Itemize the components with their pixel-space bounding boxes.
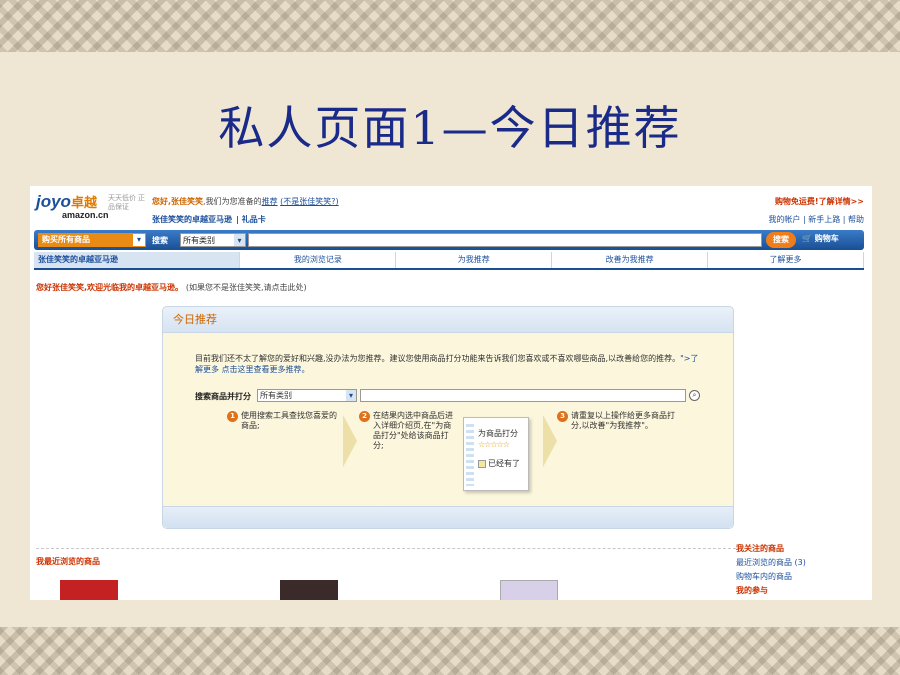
rate-search-input[interactable] xyxy=(360,389,686,402)
page-strip xyxy=(466,424,474,486)
search-icon[interactable]: ⌕ xyxy=(689,390,700,401)
product-thumbnail[interactable] xyxy=(500,580,558,600)
greeting-prefix: 您好, xyxy=(152,197,172,206)
personal-tabs: 张佳笑笑的卓越亚马逊 我的浏览记录 为我推荐 改善为我推荐 了解更多 xyxy=(34,252,864,270)
already-owned-label: 已经有了 xyxy=(488,459,520,468)
cart-button[interactable]: 🛒 购物车 xyxy=(802,233,839,244)
panel-intro: 目前我们还不太了解您的爱好和兴趣,没办法为您推荐。建议您使用商品打分功能来告诉我… xyxy=(195,353,705,375)
followed-items-heading: 我关注的商品 xyxy=(736,544,784,553)
not-user-note[interactable]: (如果您不是张佳笑笑,请点击此处) xyxy=(186,283,307,292)
already-owned: 已经有了 xyxy=(478,458,520,469)
personal-store-link[interactable]: 张佳笑笑的卓越亚马逊 xyxy=(152,215,232,224)
arrow-icon xyxy=(543,415,557,467)
step-number: 2 xyxy=(359,411,370,422)
recent-viewed-link[interactable]: 最近浏览的商品 (3) xyxy=(736,556,806,570)
slide-title: 私人页面1—今日推荐 xyxy=(218,101,682,155)
logo-zhuoyue: 卓越 xyxy=(70,195,97,210)
today-recommendation-panel: 今日推荐 目前我们还不太了解您的爱好和兴趣,没办法为您推荐。建议您使用商品打分功… xyxy=(162,306,734,529)
decorative-top-band xyxy=(0,0,900,52)
tab-my-store[interactable]: 张佳笑笑的卓越亚马逊 xyxy=(34,252,241,268)
logo-joyo: joyo xyxy=(36,192,71,211)
category-value: 所有类别 xyxy=(183,236,215,245)
panel-footer xyxy=(163,506,733,528)
tab-recommended[interactable]: 为我推荐 xyxy=(396,252,553,268)
rating-steps: 1 使用搜索工具查找您喜爱的商品; 2 在结果内选中商品后进入详细介绍页,在"为商品… xyxy=(193,411,713,501)
logo-slogan: 天天低价 正品保证 xyxy=(108,195,145,211)
star-rating-icon: ☆☆☆☆☆ xyxy=(478,440,510,449)
search-label: 搜索 xyxy=(152,236,168,245)
user-name: 张佳笑笑 xyxy=(171,197,204,206)
recommendation-link[interactable]: 推荐 xyxy=(262,197,278,206)
chevron-down-icon: ▾ xyxy=(346,390,356,401)
shop-all-dropdown[interactable]: 购买所有商品 ▾ xyxy=(38,233,146,247)
amazon-screenshot: joyo卓越 amazon.cn 天天低价 正品保证 您好,张佳笑笑,我们为您准… xyxy=(30,186,872,600)
logo-amazon: amazon.cn xyxy=(62,210,109,220)
tab-browsing-history[interactable]: 我的浏览记录 xyxy=(240,252,397,268)
joyo-logo[interactable]: joyo卓越 amazon.cn 天天低价 正品保证 xyxy=(36,192,145,220)
step-text: 在结果内选中商品后进入详细介绍页,在"为商品打分"处给该商品打分; xyxy=(373,411,453,450)
chevron-down-icon: ▾ xyxy=(234,234,245,246)
right-column: 我关注的商品 最近浏览的商品 (3) 购物车内的商品 我的参与 xyxy=(736,542,806,598)
free-shipping-promo[interactable]: 购物免运费!了解详情>> xyxy=(775,196,864,207)
rate-category-select[interactable]: 所有类别 ▾ xyxy=(257,389,357,402)
recently-viewed-title: 我最近浏览的商品 xyxy=(36,557,100,566)
search-button[interactable]: 搜索 xyxy=(766,232,796,248)
search-input[interactable] xyxy=(248,233,762,247)
welcome-message: 您好张佳笑笑,欢迎光临我的卓越亚马逊。 (如果您不是张佳笑笑,请点击此处) xyxy=(36,282,307,293)
popup-title: 为商品打分 xyxy=(478,429,518,438)
greeting-text: ,我们为您准备的 xyxy=(203,197,262,206)
greeting: 您好,张佳笑笑,我们为您准备的推荐 (不是张佳笑笑?) xyxy=(152,196,339,207)
panel-title: 今日推荐 xyxy=(163,307,733,333)
welcome-text: 您好张佳笑笑,欢迎光临我的卓越亚马逊。 xyxy=(36,283,184,292)
step-2: 2 在结果内选中商品后进入详细介绍页,在"为商品打分"处给该商品打分; xyxy=(359,411,463,451)
gift-card-link[interactable]: 礼品卡 xyxy=(242,215,266,224)
checkbox-icon xyxy=(478,459,486,468)
step-text: 请重复以上操作给更多商品打分,以改善"为我推荐"。 xyxy=(571,411,675,430)
step-1: 1 使用搜索工具查找您喜爱的商品; xyxy=(227,411,345,431)
step-text: 使用搜索工具查找您喜爱的商品; xyxy=(241,411,337,430)
search-nav-bar: 购买所有商品 ▾ 搜索 所有类别 ▾ 搜索 🛒 购物车 xyxy=(34,230,864,250)
product-thumbnail[interactable] xyxy=(60,580,118,600)
decorative-bottom-band xyxy=(0,627,900,675)
account-links[interactable]: 我的帐户 | 新手上路 | 帮助 xyxy=(768,214,864,225)
intro-text: 目前我们还不太了解您的爱好和兴趣,没办法为您推荐。建议您使用商品打分功能来告诉我… xyxy=(195,354,681,363)
cart-items-link[interactable]: 购物车内的商品 xyxy=(736,570,806,584)
step-number: 3 xyxy=(557,411,568,422)
chevron-down-icon: ▾ xyxy=(133,234,145,246)
rate-category-value: 所有类别 xyxy=(260,391,292,400)
not-user-link[interactable]: (不是张佳笑笑?) xyxy=(280,197,339,206)
sub-links: 张佳笑笑的卓越亚马逊 | 礼品卡 xyxy=(152,215,266,224)
arrow-icon xyxy=(343,415,357,467)
shop-all-label: 购买所有商品 xyxy=(42,235,90,244)
divider xyxy=(36,548,736,549)
rate-label: 搜索商品并打分 xyxy=(195,392,251,401)
rating-popup-illustration: 为商品打分 ☆☆☆☆☆ 已经有了 xyxy=(463,417,529,491)
product-thumbnail[interactable] xyxy=(280,580,338,600)
category-select[interactable]: 所有类别 ▾ xyxy=(180,233,246,247)
step-number: 1 xyxy=(227,411,238,422)
step-3: 3 请重复以上操作给更多商品打分,以改善"为我推荐"。 xyxy=(557,411,681,431)
participation-heading: 我的参与 xyxy=(736,586,768,595)
cart-label: 购物车 xyxy=(814,234,839,243)
tab-improve-recommendations[interactable]: 改善为我推荐 xyxy=(552,252,709,268)
tab-learn-more[interactable]: 了解更多 xyxy=(708,252,864,268)
cart-icon: 🛒 xyxy=(802,234,812,243)
